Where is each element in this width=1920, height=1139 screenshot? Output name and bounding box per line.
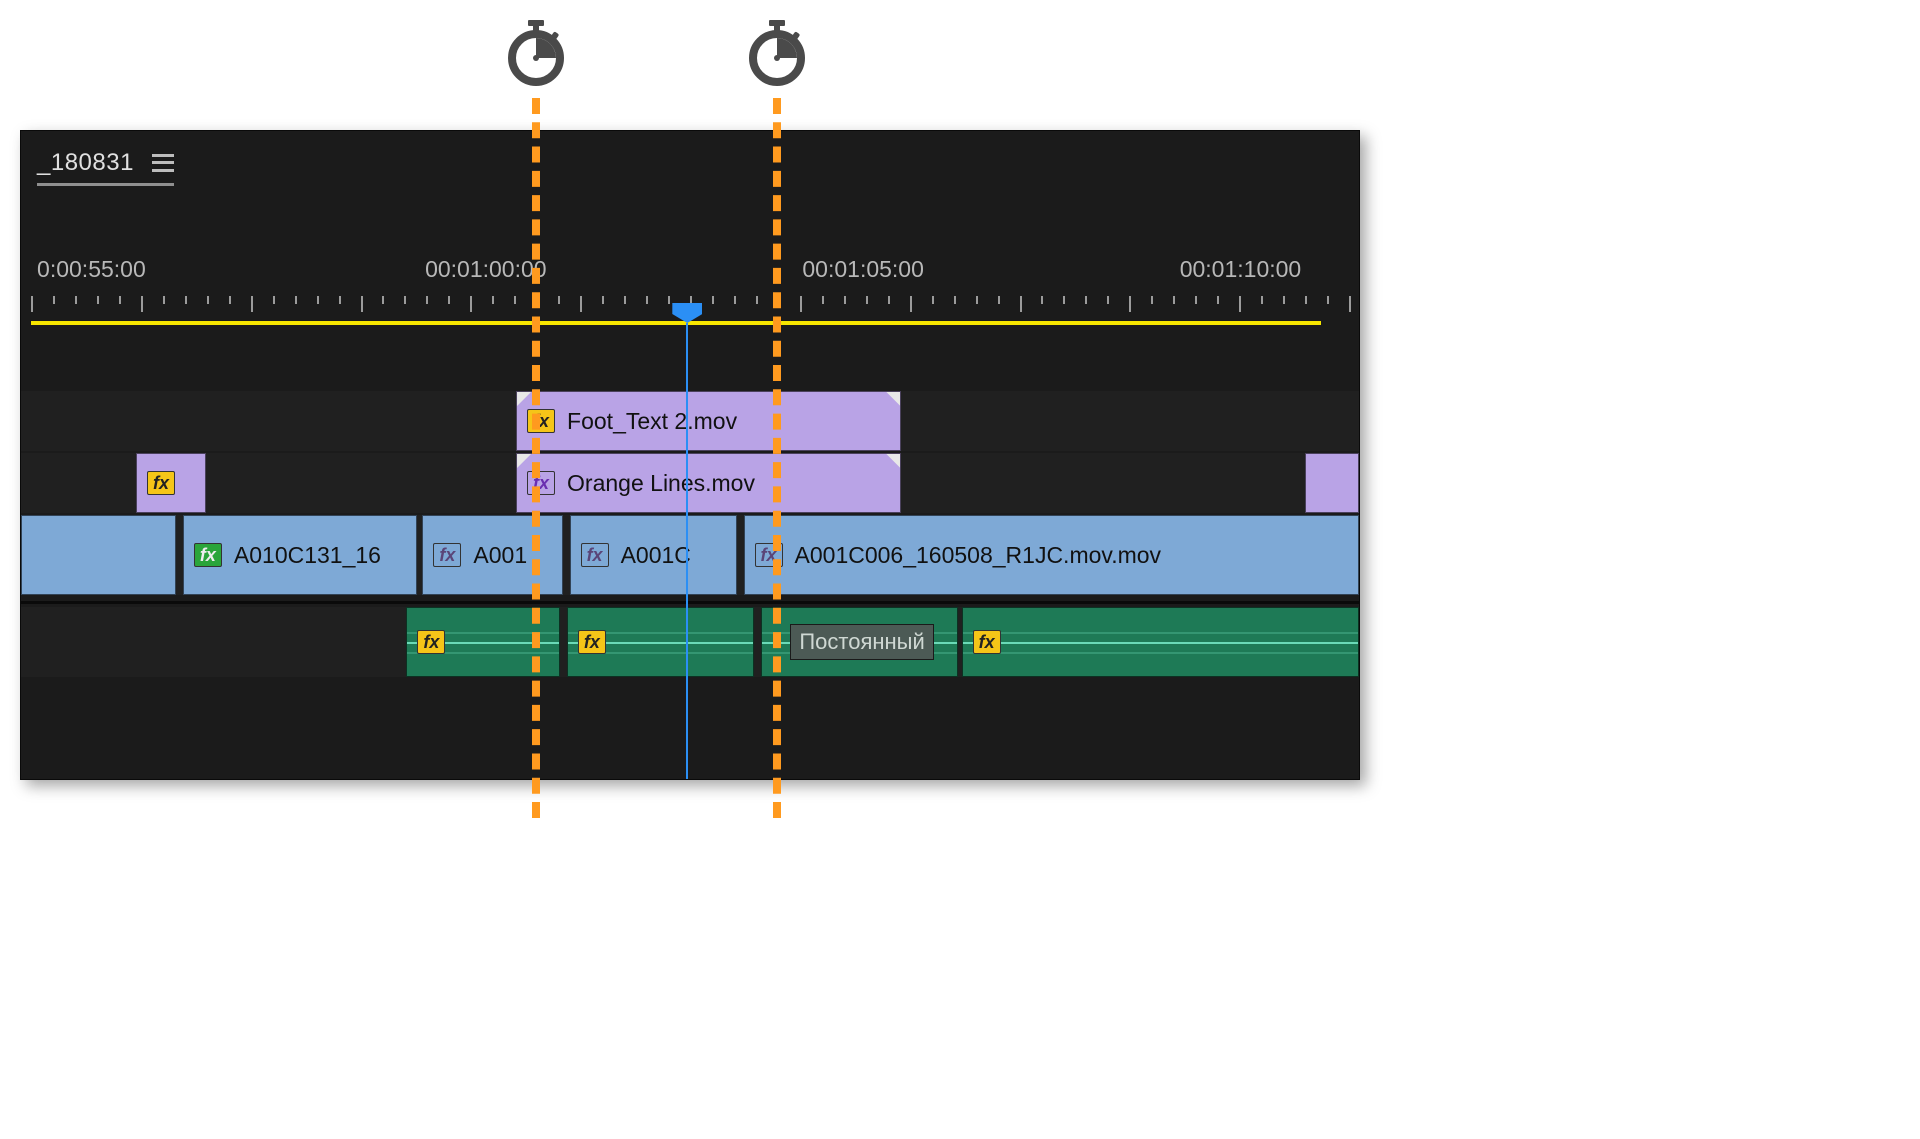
- sequence-header: _180831: [21, 131, 1359, 201]
- audio-transition-label[interactable]: Постоянный: [790, 624, 933, 660]
- sequence-tab-label: _180831: [37, 149, 134, 177]
- marker-dashed-line: [773, 98, 781, 818]
- fx-badge: fx: [578, 630, 606, 654]
- fx-badge: fx: [581, 543, 609, 567]
- video-track-1[interactable]: fx A010C131_16 fx A001 fx A001C fxA001C006_160…: [21, 515, 1359, 595]
- timecode-label: 00:01:00:00: [425, 256, 547, 283]
- clip-label: Foot_Text 2.mov: [567, 408, 737, 435]
- work-area-bar[interactable]: [31, 321, 1321, 325]
- audio-clip[interactable]: fx: [962, 607, 1359, 677]
- video-clip[interactable]: [1305, 453, 1359, 513]
- stopwatch-icon: [749, 20, 805, 86]
- timeline-panel: _180831 0:00:55:00 00:01:00:00 00:01:05:…: [20, 130, 1360, 780]
- fx-badge: fx: [147, 471, 175, 495]
- video-clip[interactable]: fxFoot_Text 2.mov: [516, 391, 901, 451]
- av-divider: [21, 601, 1359, 604]
- waveform: [963, 642, 1358, 644]
- video-clip[interactable]: fx A001: [422, 515, 562, 595]
- video-clip[interactable]: [21, 515, 176, 595]
- video-track-3[interactable]: fxFoot_Text 2.mov: [21, 391, 1359, 451]
- fx-badge: fx: [417, 630, 445, 654]
- fx-badge: fx: [973, 630, 1001, 654]
- playhead-line: [686, 323, 688, 779]
- video-clip[interactable]: fxOrange Lines.mov: [516, 453, 901, 513]
- clip-label: Orange Lines.mov: [567, 470, 755, 497]
- marker-dashed-line: [532, 98, 540, 818]
- clip-label: A001C: [621, 542, 691, 569]
- stopwatch-icon: [508, 20, 564, 86]
- timecode-label: 00:01:05:00: [802, 256, 924, 283]
- video-clip[interactable]: fx A001C: [570, 515, 737, 595]
- audio-clip[interactable]: fx: [567, 607, 754, 677]
- fx-badge: fx: [433, 543, 461, 567]
- clip-label: A001: [473, 542, 527, 569]
- timecode-label: 00:01:10:00: [1180, 256, 1302, 283]
- tracks-area: fxFoot_Text 2.mov fxfxOrange Lines.mov f…: [21, 381, 1359, 779]
- timecode-label: 0:00:55:00: [37, 256, 146, 283]
- video-clip[interactable]: fx: [136, 453, 206, 513]
- video-track-2[interactable]: fx fxOrange Lines.mov: [21, 453, 1359, 513]
- clip-label: A001C006_160508_R1JC.mov.mov: [795, 542, 1162, 569]
- clip-label: A010C131_16: [234, 542, 381, 569]
- fx-badge: fx: [194, 543, 222, 567]
- video-clip[interactable]: fx A010C131_16: [183, 515, 417, 595]
- audio-track-1[interactable]: fx fx fx Постоянный: [21, 607, 1359, 677]
- sequence-tab[interactable]: _180831: [37, 149, 174, 186]
- panel-menu-icon[interactable]: [152, 154, 174, 172]
- video-clip[interactable]: fxA001C006_160508_R1JC.mov.mov: [744, 515, 1359, 595]
